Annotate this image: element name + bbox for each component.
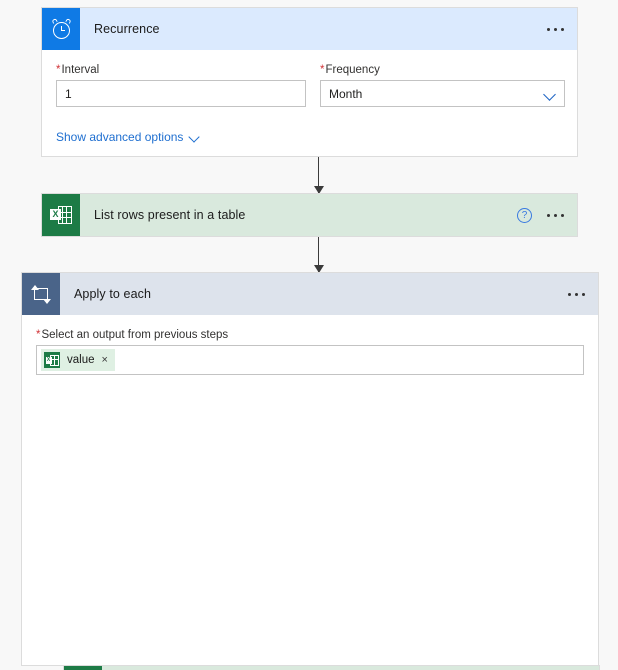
interval-input[interactable]: 1 — [56, 80, 306, 107]
select-output-label: *Select an output from previous steps — [36, 329, 229, 341]
recurrence-more-menu-icon[interactable] — [544, 24, 567, 35]
alarm-clock-icon — [42, 8, 80, 50]
step-card-list-rows[interactable]: X List rows present in a table ? — [41, 193, 578, 237]
apply-to-each-header-actions — [565, 273, 588, 315]
flow-designer-canvas: Recurrence *Interval 1 *Frequency Month — [0, 0, 618, 670]
connector-listrows-to-applyeach — [313, 237, 324, 273]
list-rows-header[interactable]: X List rows present in a table ? — [42, 194, 577, 236]
recurrence-header-actions — [544, 8, 567, 50]
chevron-down-icon[interactable] — [189, 131, 201, 143]
excel-icon: X — [42, 194, 80, 236]
required-asterisk: * — [36, 329, 41, 341]
dynamic-content-token-value[interactable]: X value × — [41, 349, 115, 371]
token-remove-icon[interactable]: × — [102, 354, 108, 366]
show-advanced-options-link[interactable]: Show advanced options — [56, 130, 201, 144]
step-card-recurrence[interactable]: Recurrence *Interval 1 *Frequency Month — [41, 7, 578, 157]
delete-row-header-actions: ? — [539, 666, 589, 670]
list-rows-more-menu-icon[interactable] — [544, 210, 567, 221]
field-interval: *Interval 1 — [56, 64, 306, 107]
required-asterisk: * — [56, 64, 61, 76]
apply-to-each-title: Apply to each — [74, 287, 152, 301]
help-icon[interactable]: ? — [517, 207, 532, 223]
step-card-apply-to-each[interactable]: Apply to each *Select an output from pre… — [21, 272, 600, 670]
frequency-value: Month — [329, 86, 363, 101]
list-rows-header-actions: ? — [517, 194, 567, 236]
chevron-down-icon[interactable] — [544, 88, 556, 100]
recurrence-title: Recurrence — [94, 22, 160, 36]
required-asterisk: * — [320, 64, 325, 76]
token-label: value — [67, 354, 95, 366]
apply-to-each-body: *Select an output from previous steps X … — [22, 315, 598, 375]
recurrence-header[interactable]: Recurrence — [42, 8, 577, 50]
show-advanced-options-label: Show advanced options — [56, 130, 184, 144]
loop-icon — [22, 273, 60, 315]
list-rows-title: List rows present in a table — [94, 208, 246, 222]
interval-value: 1 — [65, 86, 72, 101]
frequency-dropdown[interactable]: Month — [320, 80, 565, 107]
interval-label: *Interval — [56, 64, 100, 76]
apply-to-each-header[interactable]: Apply to each — [22, 273, 598, 315]
field-frequency: *Frequency Month — [320, 64, 565, 107]
delete-row-header[interactable]: X Delete a row ? — [64, 666, 599, 670]
step-card-delete-a-row[interactable]: X Delete a row ? *Location SharePoint Si… — [63, 665, 600, 670]
apply-to-each-more-menu-icon[interactable] — [565, 289, 588, 300]
select-output-input[interactable]: X value × — [36, 345, 584, 375]
frequency-label: *Frequency — [320, 64, 380, 76]
excel-icon: X — [64, 666, 102, 670]
connector-recurrence-to-listrows — [313, 157, 324, 194]
recurrence-body: *Interval 1 *Frequency Month Show advanc… — [42, 50, 577, 158]
